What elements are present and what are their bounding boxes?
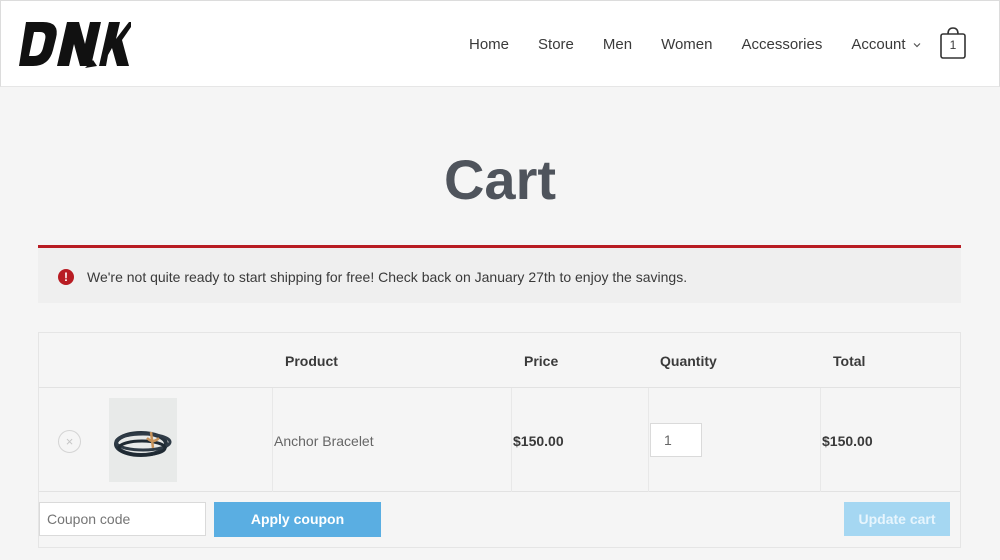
apply-coupon-button[interactable]: Apply coupon — [214, 502, 381, 537]
nav-store[interactable]: Store — [538, 35, 574, 55]
main-nav: Home Store Men Women Accessories Account — [469, 35, 921, 55]
cart-button[interactable]: 1 — [939, 26, 967, 60]
column-divider — [648, 388, 649, 492]
column-header-price: Price — [524, 353, 559, 369]
error-icon: ! — [58, 269, 74, 285]
nav-women[interactable]: Women — [661, 35, 712, 55]
column-divider — [511, 388, 512, 492]
row-divider — [39, 491, 960, 492]
page-title: Cart — [443, 148, 557, 211]
cart-count-badge: 1 — [949, 38, 957, 52]
shipping-notice: ! We're not quite ready to start shippin… — [38, 245, 961, 303]
nav-account-label: Account — [851, 36, 906, 53]
product-thumbnail[interactable] — [109, 398, 177, 482]
remove-item-button[interactable]: × — [58, 430, 81, 453]
dnk-logo[interactable] — [19, 20, 131, 68]
notice-text: We're not quite ready to start shipping … — [87, 269, 688, 285]
column-header-quantity: Quantity — [660, 353, 717, 369]
nav-accessories[interactable]: Accessories — [741, 35, 822, 55]
cart-table: Product Price Quantity Total × Anchor Br… — [38, 332, 961, 548]
chevron-down-icon — [913, 43, 920, 48]
nav-account[interactable]: Account — [851, 35, 920, 55]
product-subtotal: $150.00 — [822, 433, 873, 449]
nav-home[interactable]: Home — [469, 35, 509, 55]
site-header: Home Store Men Women Accessories Account… — [0, 0, 1000, 87]
column-header-total: Total — [833, 353, 866, 369]
coupon-code-input[interactable] — [39, 502, 206, 536]
product-name-link[interactable]: Anchor Bracelet — [274, 432, 374, 450]
quantity-input[interactable] — [650, 423, 702, 457]
nav-men[interactable]: Men — [603, 35, 632, 55]
column-header-product: Product — [285, 353, 338, 369]
header-divider — [39, 387, 960, 388]
update-cart-button[interactable]: Update cart — [844, 502, 950, 536]
column-divider — [820, 388, 821, 492]
column-divider — [272, 388, 273, 492]
product-price: $150.00 — [513, 433, 564, 449]
